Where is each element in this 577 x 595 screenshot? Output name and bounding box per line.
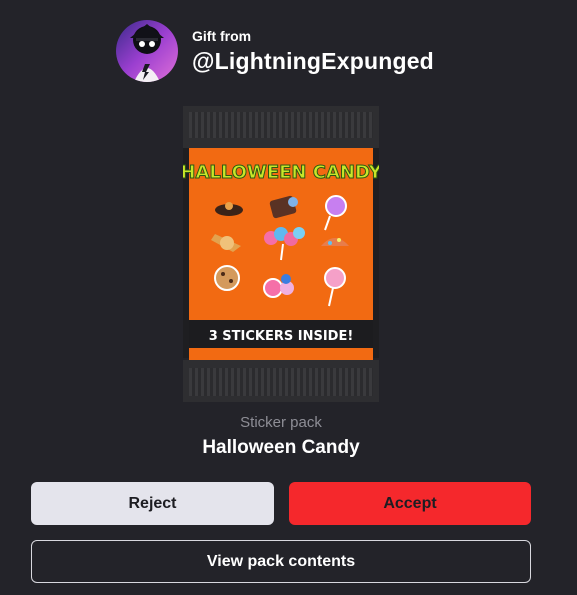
gift-from-label: Gift from xyxy=(192,27,252,44)
sender-avatar[interactable] xyxy=(116,20,178,82)
avatar-image xyxy=(116,20,178,82)
view-pack-contents-button[interactable]: View pack contents xyxy=(31,540,531,583)
sticker-pack-image: HALLOWEEN CANDY 3 STICKERS INSIDE! xyxy=(180,106,383,402)
accept-button[interactable]: Accept xyxy=(289,482,531,525)
pack-banner: 3 STICKERS INSIDE! xyxy=(209,329,354,344)
pack-name: Halloween Candy xyxy=(202,437,360,458)
pack-title-art: HALLOWEEN CANDY xyxy=(183,162,379,183)
pack-type-label: Sticker pack xyxy=(240,414,322,431)
sender-username[interactable]: @LightningExpunged xyxy=(192,48,434,75)
reject-button[interactable]: Reject xyxy=(31,482,274,525)
gift-header: Gift from @LightningExpunged xyxy=(116,20,434,82)
